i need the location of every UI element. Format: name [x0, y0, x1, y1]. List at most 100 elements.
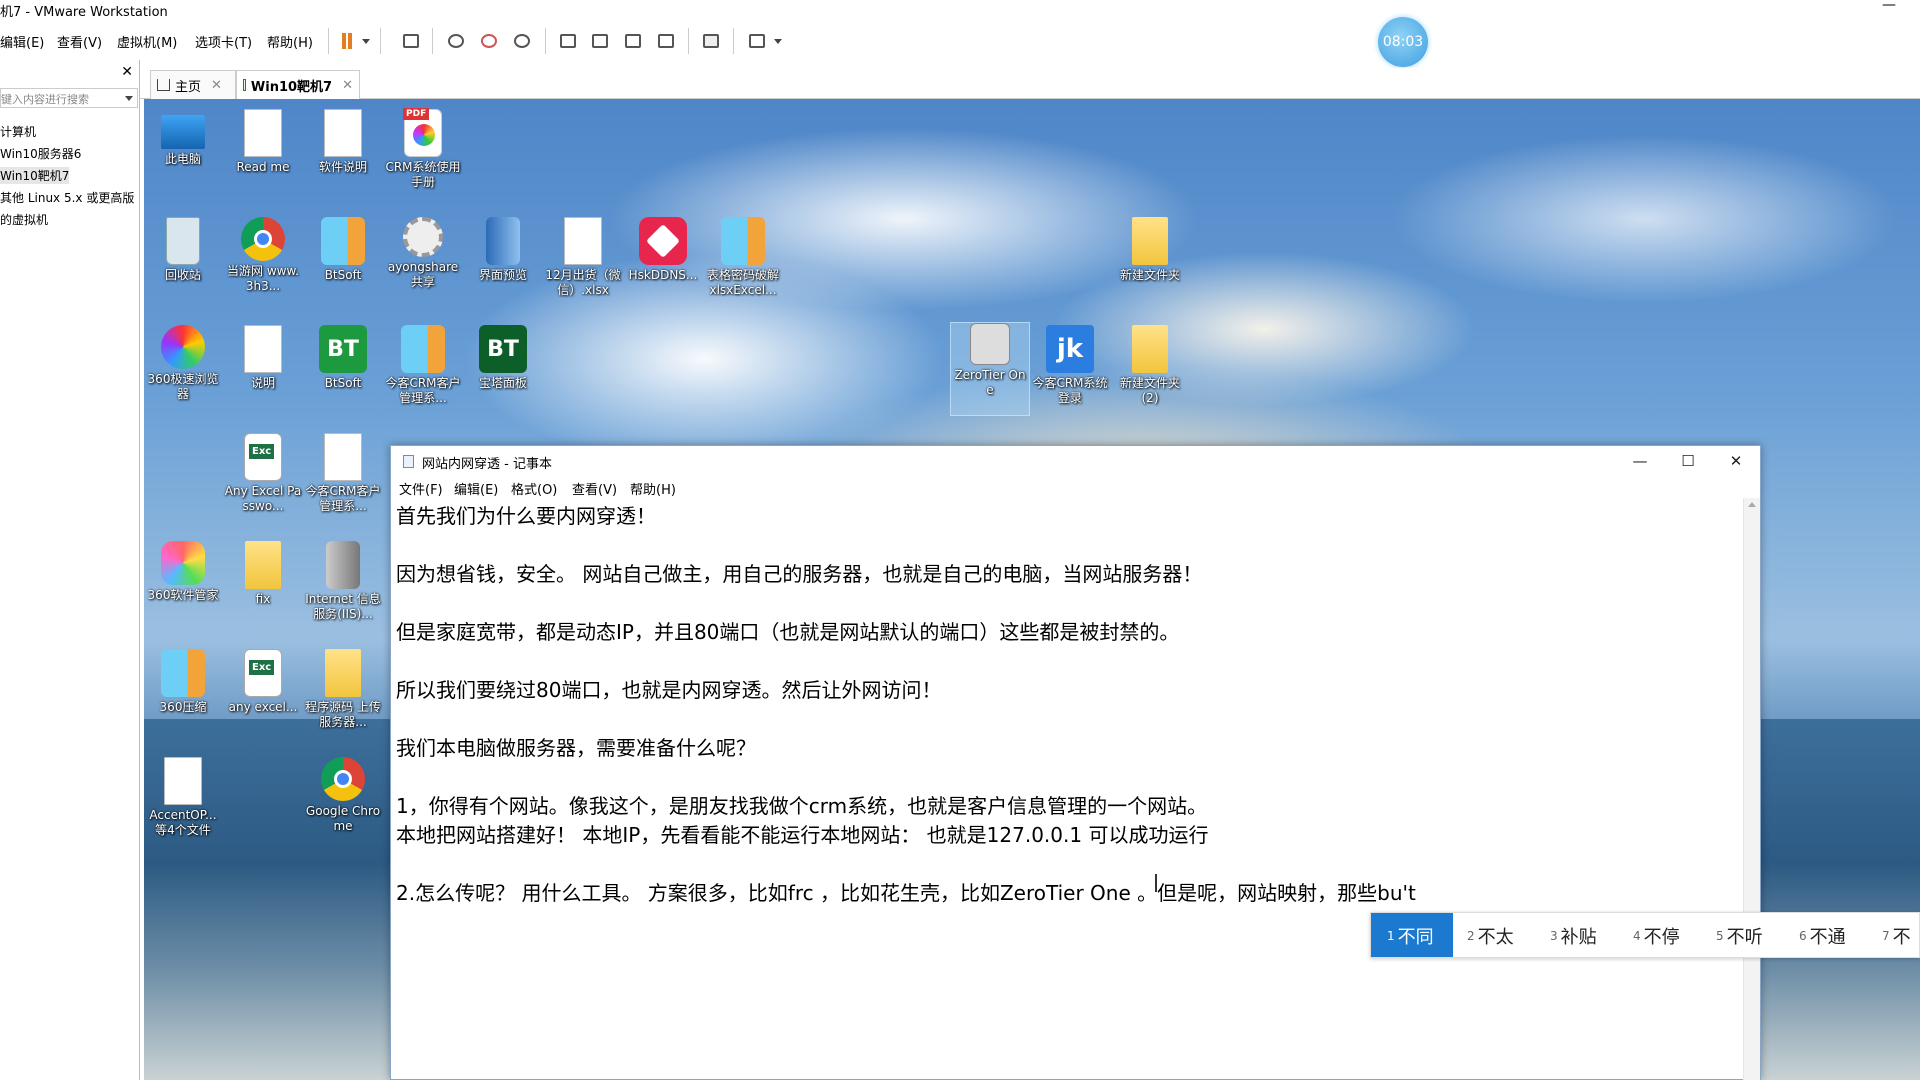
- window-title: 机7 - VMware Workstation: [0, 5, 168, 20]
- tab-win10-target7[interactable]: Win10靶机7 ✕: [236, 70, 360, 99]
- desktop-icon-ayongshare[interactable]: ayongshare 共享: [384, 217, 462, 290]
- ime-candidate[interactable]: 2 不太: [1453, 913, 1536, 957]
- menu-vm[interactable]: 虚拟机(M): [117, 32, 177, 51]
- excel-icon: [244, 433, 282, 481]
- desktop-icon-accentop[interactable]: AccentOP... 等4个文件: [144, 757, 222, 838]
- ime-candidate[interactable]: 5 不听: [1702, 913, 1785, 957]
- document-icon: [244, 325, 282, 373]
- menu-view[interactable]: 查看(V): [57, 32, 102, 51]
- desktop-icon-crm-manual[interactable]: CRM系统使用手册: [384, 108, 462, 190]
- scroll-up-icon[interactable]: [1748, 502, 1756, 507]
- stretch-dropdown-icon[interactable]: [771, 30, 785, 52]
- desktop-icon-jinke-crm-doc[interactable]: 今客CRM客户管理系...: [304, 433, 382, 514]
- thumbnail-bar-icon[interactable]: [589, 30, 611, 52]
- menu-tabs[interactable]: 选项卡(T): [195, 32, 252, 51]
- desktop-icon-360-browser[interactable]: 360极速浏览器: [144, 325, 222, 402]
- minimize-button[interactable]: —: [1616, 446, 1664, 476]
- ime-candidate[interactable]: 6 不通: [1785, 913, 1868, 957]
- gear-icon: [403, 217, 443, 257]
- desktop-icon-3h3[interactable]: 当游网 www.3h3...: [224, 217, 302, 294]
- desktop-icon-new-folder[interactable]: 新建文件夹: [1111, 217, 1189, 283]
- menu-edit[interactable]: 编辑(E): [0, 32, 44, 51]
- desktop-icon-bt-panel[interactable]: BT 宝塔面板: [464, 325, 542, 391]
- tab-vm-label: Win10靶机7: [250, 79, 333, 95]
- pdf-icon: [403, 108, 442, 157]
- document-icon: [324, 433, 362, 481]
- notepad-title: 网站内网穿透 - 记事本: [422, 457, 552, 472]
- snapshot-manager-icon[interactable]: [511, 30, 533, 52]
- notepad-menu-edit[interactable]: 编辑(E): [454, 479, 498, 498]
- notepad-menu-format[interactable]: 格式(O): [511, 479, 557, 498]
- notepad-menu-help[interactable]: 帮助(H): [630, 479, 676, 498]
- close-tab-icon[interactable]: ✕: [342, 78, 353, 93]
- stretch-icon[interactable]: [746, 30, 768, 52]
- library-search-input[interactable]: 键入内容进行搜索: [0, 88, 138, 108]
- tree-item-shared-vms[interactable]: 的虚拟机: [0, 211, 48, 228]
- ime-candidate[interactable]: 3 补贴: [1536, 913, 1619, 957]
- desktop-icon-iis[interactable]: Internet 信息服务(IIS)...: [304, 541, 382, 622]
- tree-item-win10-target7[interactable]: Win10靶机7: [0, 167, 70, 184]
- ime-candidate[interactable]: 4 不停: [1619, 913, 1702, 957]
- snapshot-icon[interactable]: [445, 30, 467, 52]
- desktop-icon-btsoft-zip[interactable]: BtSoft: [304, 217, 382, 283]
- desktop-icon-jinke-crm-login[interactable]: jk 今客CRM系统登录: [1031, 325, 1109, 406]
- desktop-icon-december-shipping[interactable]: 12月出货（微信）.xlsx: [544, 217, 622, 298]
- text-line: 因为想省钱，安全。 网站自己做主，用自己的服务器，也就是自己的电脑，当网站服务器…: [396, 562, 1203, 586]
- desktop-icon-software-readme[interactable]: 软件说明: [304, 109, 382, 175]
- desktop-icon-zerotier[interactable]: ZeroTier One: [950, 322, 1030, 416]
- desktop-icon-excel-password-crack[interactable]: 表格密码破解xlsxExcel...: [704, 217, 782, 298]
- document-icon: [564, 217, 602, 265]
- notepad-menu-file[interactable]: 文件(F): [399, 479, 443, 498]
- desktop-icon-fix[interactable]: fix: [224, 541, 302, 607]
- text-line: 所以我们要绕过80端口，也就是内网穿透。然后让外网访问！: [396, 678, 942, 702]
- notepad-scrollbar[interactable]: [1743, 498, 1760, 1080]
- fullscreen-icon[interactable]: [622, 30, 644, 52]
- chrome-icon: [241, 217, 285, 261]
- tree-item-linux[interactable]: 其他 Linux 5.x 或更高版: [0, 189, 134, 206]
- desktop-icon-source-upload[interactable]: 程序源码 上传服务器...: [304, 649, 382, 730]
- vm-icon: [243, 79, 246, 91]
- pause-dropdown-icon[interactable]: [359, 30, 373, 52]
- desktop-icon-btsoft[interactable]: BT BtSoft: [304, 325, 382, 391]
- sidebar-toggle-icon[interactable]: [557, 30, 579, 52]
- desktop-icon-google-chrome[interactable]: Google Chrome: [304, 757, 382, 834]
- close-tab-icon[interactable]: ✕: [211, 78, 222, 93]
- tree-item-computer[interactable]: 计算机: [0, 123, 36, 140]
- bt-icon: BT: [479, 325, 527, 373]
- maximize-button[interactable]: ☐: [1664, 446, 1712, 476]
- text-line: 本地把网站搭建好！ 本地IP，先看看能不能运行本地网站： 也就是127.0.0.…: [396, 823, 1209, 847]
- close-button[interactable]: ✕: [1712, 446, 1760, 476]
- desktop-icon-360-zip[interactable]: 360压缩: [144, 649, 222, 715]
- tab-home[interactable]: 主页 ✕: [150, 70, 236, 99]
- unity-icon[interactable]: [655, 30, 677, 52]
- desktop-icon-new-folder-2[interactable]: 新建文件夹 (2): [1111, 325, 1189, 406]
- desktop-icon-jinke-crm-zip[interactable]: 今客CRM客户管理系...: [384, 325, 462, 406]
- chevron-down-icon[interactable]: [125, 96, 133, 101]
- desktop-icon-any-excel-password[interactable]: Any Excel Passwo...: [224, 433, 302, 514]
- pause-icon[interactable]: [336, 30, 358, 52]
- notepad-icon: [403, 455, 414, 468]
- desktop-icon-readme-cn[interactable]: 说明: [224, 325, 302, 391]
- desktop-icon-read-me[interactable]: Read me: [224, 109, 302, 175]
- snapshot-restore-icon[interactable]: [478, 30, 500, 52]
- desktop-icon-360-soft-manager[interactable]: 360软件管家: [144, 541, 222, 603]
- tree-item-win10-server6[interactable]: Win10服务器6: [0, 145, 81, 162]
- ime-candidate[interactable]: 7不: [1868, 913, 1919, 957]
- desktop-icon-this-pc[interactable]: 此电脑: [144, 109, 222, 167]
- desktop-icon-hskddns[interactable]: HskDDNS...: [624, 217, 702, 283]
- notepad-title-bar[interactable]: 网站内网穿透 - 记事本 — ☐ ✕: [391, 446, 1760, 476]
- minimize-icon[interactable]: —: [1882, 0, 1896, 13]
- menu-help[interactable]: 帮助(H): [267, 32, 313, 51]
- close-icon: ✕: [1729, 452, 1743, 470]
- notepad-text-area[interactable]: 首先我们为什么要内网穿透！ 因为想省钱，安全。 网站自己做主，用自己的服务器，也…: [394, 498, 1742, 1080]
- close-library-icon[interactable]: ✕: [121, 64, 133, 80]
- send-keys-icon[interactable]: [400, 30, 422, 52]
- console-icon[interactable]: [700, 30, 722, 52]
- desktop-icon-recycle-bin[interactable]: 回收站: [144, 217, 222, 283]
- zip-icon: [721, 217, 765, 265]
- notepad-menu-view[interactable]: 查看(V): [572, 479, 617, 498]
- ime-candidate[interactable]: 1 不同: [1371, 913, 1453, 957]
- desktop-icon-ui-preview[interactable]: 界面预览: [464, 217, 542, 283]
- vmware-toolbar: 编辑(E) 查看(V) 虚拟机(M) 选项卡(T) 帮助(H): [0, 22, 1920, 60]
- desktop-icon-any-excel[interactable]: any excel...: [224, 649, 302, 715]
